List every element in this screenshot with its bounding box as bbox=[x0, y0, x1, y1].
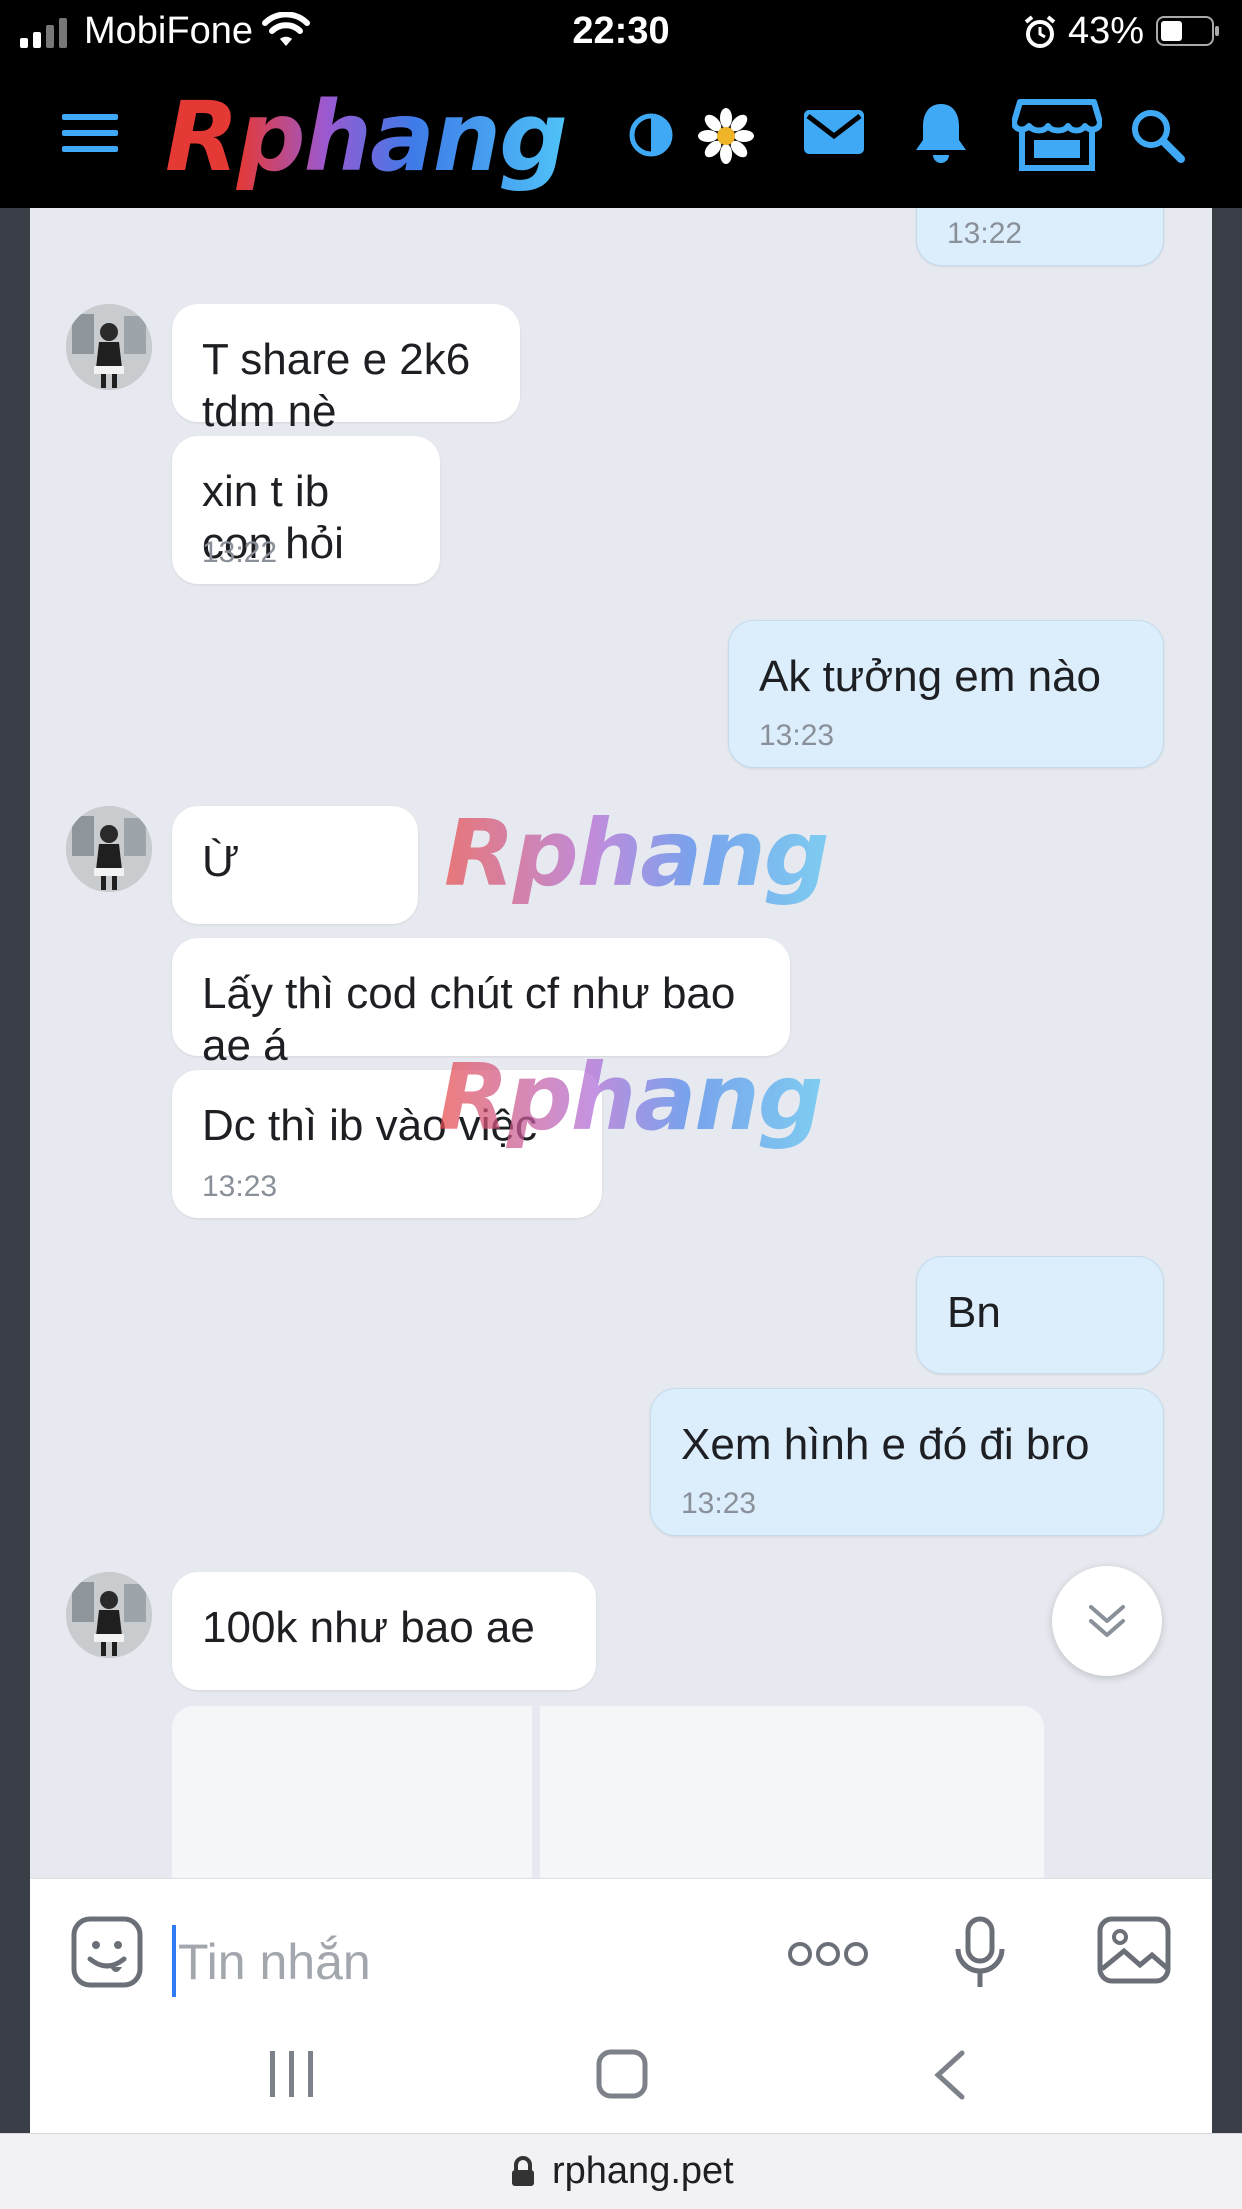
scroll-to-bottom-button[interactable] bbox=[1052, 1566, 1162, 1676]
message-bubble-mine[interactable]: 13:22 bbox=[916, 208, 1164, 266]
message-composer bbox=[30, 1878, 1212, 2134]
message-bubble-theirs[interactable]: xin t ib con hỏi 13:22 bbox=[172, 436, 440, 584]
page-frame: 13:22 T share e 2k6 tdm nè xin t ib con … bbox=[0, 208, 1242, 2134]
message-bubble-mine[interactable]: Bn bbox=[916, 1256, 1164, 1374]
message-bubble-theirs[interactable]: Lấy thì cod chút cf như bao ae á bbox=[172, 938, 790, 1070]
message-text: Ak tưởng em nào bbox=[759, 652, 1102, 701]
message-bubble-theirs[interactable]: 100k như bao ae bbox=[172, 1572, 596, 1690]
message-time: 13:22 bbox=[202, 536, 278, 569]
double-chevron-down-icon bbox=[1089, 1605, 1125, 1637]
watermark-logo: Rphang bbox=[444, 800, 830, 907]
microphone-icon bbox=[955, 1916, 1005, 1987]
battery-icon bbox=[1156, 16, 1219, 46]
message-input[interactable] bbox=[176, 1919, 700, 2005]
message-text: Xem hình e đó đi bro bbox=[681, 1420, 1090, 1469]
back-icon[interactable] bbox=[930, 2049, 970, 2106]
avatar[interactable] bbox=[66, 304, 152, 390]
image-divider bbox=[532, 1706, 540, 1878]
message-bubble-theirs[interactable]: Ừ bbox=[172, 806, 418, 924]
avatar[interactable] bbox=[66, 1572, 152, 1658]
watermark-logo: Rphang bbox=[438, 1044, 824, 1151]
contrast-icon[interactable] bbox=[628, 112, 674, 158]
message-text: 100k như bao ae bbox=[202, 1603, 535, 1652]
emoji-button[interactable] bbox=[70, 1915, 144, 1994]
message-bubble-theirs[interactable]: T share e 2k6 tdm nè bbox=[172, 304, 520, 436]
more-options-button[interactable] bbox=[786, 1939, 870, 1974]
emoji-icon bbox=[71, 1916, 143, 1988]
url-domain: rphang.pet bbox=[552, 2150, 734, 2192]
lock-icon bbox=[512, 2156, 534, 2186]
home-icon[interactable] bbox=[596, 2049, 648, 2104]
status-bar: MobiFone 22:30 43% bbox=[0, 0, 1242, 64]
avatar[interactable] bbox=[66, 806, 152, 892]
browser-url-bar[interactable]: rphang.pet bbox=[0, 2133, 1242, 2209]
image-upload-button[interactable] bbox=[1096, 1915, 1172, 1990]
mail-icon[interactable] bbox=[802, 106, 866, 158]
voice-record-button[interactable] bbox=[954, 1915, 1006, 1996]
message-time: 13:23 bbox=[202, 1170, 278, 1203]
bell-icon[interactable] bbox=[912, 100, 970, 166]
message-time: 13:23 bbox=[681, 1487, 757, 1520]
image-attachment[interactable] bbox=[172, 1706, 1044, 1878]
message-bubble-mine[interactable]: Xem hình e đó đi bro 13:23 bbox=[650, 1388, 1164, 1536]
battery-percent: 43% bbox=[1068, 10, 1145, 52]
site-header: Rphang bbox=[0, 64, 1242, 208]
store-icon[interactable] bbox=[1012, 98, 1102, 172]
daisy-icon[interactable] bbox=[698, 108, 754, 164]
image-icon bbox=[1097, 1916, 1171, 1984]
more-dots-icon bbox=[788, 1942, 868, 1966]
message-text: Bn bbox=[947, 1288, 1001, 1337]
message-text: T share e 2k6 tdm nè bbox=[202, 335, 471, 436]
message-time: 13:22 bbox=[947, 217, 1023, 250]
message-bubble-mine[interactable]: Ak tưởng em nào 13:23 bbox=[728, 620, 1164, 768]
message-text: Ừ bbox=[202, 837, 240, 886]
alarm-icon bbox=[1024, 15, 1056, 48]
site-logo[interactable]: Rphang bbox=[165, 82, 568, 192]
chat-conversation[interactable]: 13:22 T share e 2k6 tdm nè xin t ib con … bbox=[30, 208, 1212, 1878]
recent-apps-icon[interactable] bbox=[266, 2049, 318, 2104]
message-time: 13:23 bbox=[759, 719, 835, 752]
search-icon[interactable] bbox=[1128, 106, 1186, 164]
menu-icon[interactable] bbox=[60, 108, 120, 158]
